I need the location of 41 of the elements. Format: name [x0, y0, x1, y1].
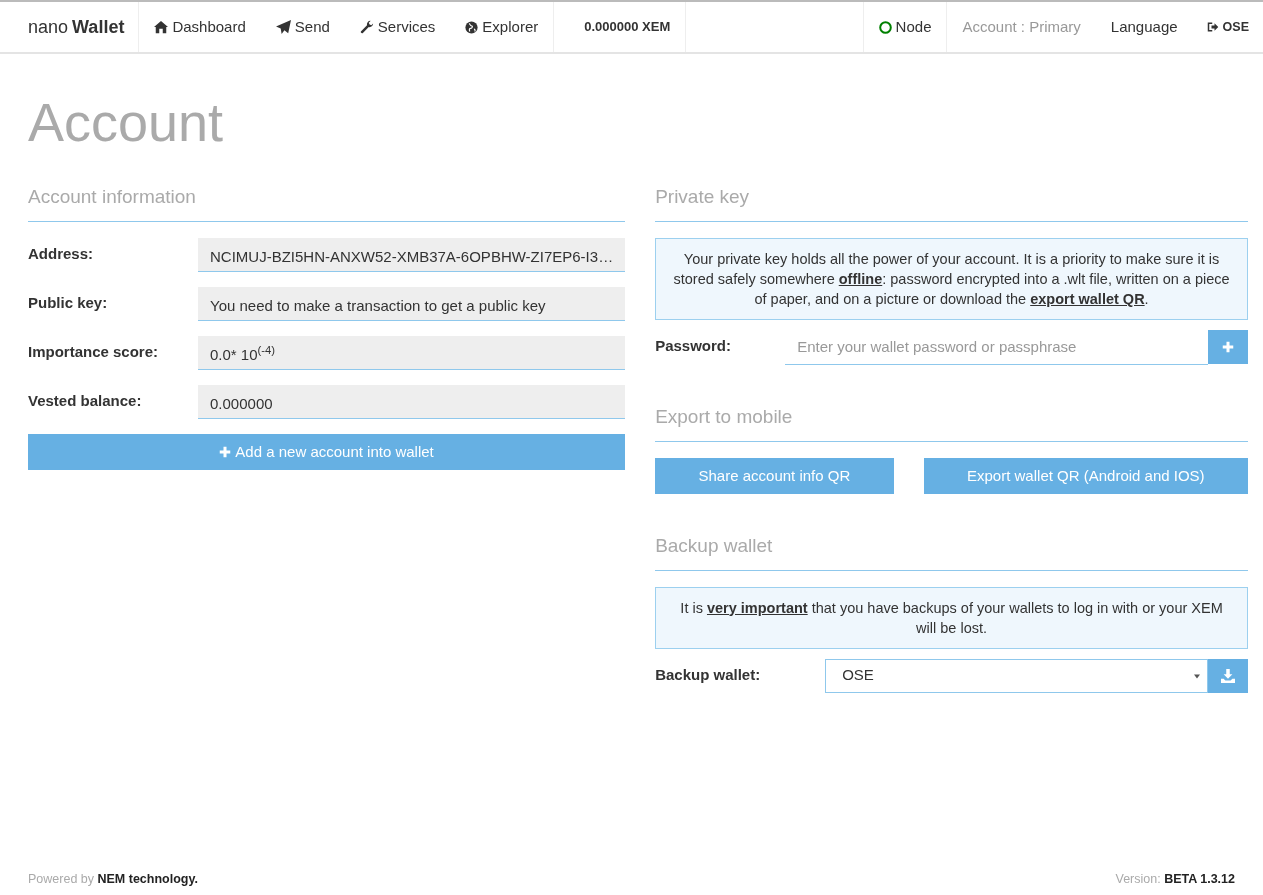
nav-link[interactable]: Send [260, 2, 345, 52]
paper-plane-icon [275, 19, 291, 35]
nav-link[interactable]: Explorer [450, 2, 554, 52]
add-password-button[interactable] [1208, 329, 1248, 364]
section-heading: Export to mobile [655, 403, 1248, 442]
readonly-field: You need to make a transaction to get a public key [198, 286, 626, 321]
inline-link[interactable]: very important [706, 599, 808, 616]
wrench-icon [359, 20, 374, 34]
inline-link[interactable]: export wallet QR [1030, 290, 1145, 307]
readonly-field: 0.0* 10$^{(-4)}$ [198, 335, 626, 370]
page-title: Account [28, 91, 225, 154]
version-text: Version: BETA 1.3.12 [1115, 871, 1235, 889]
field-label: Importance score: [28, 341, 160, 362]
nav-link[interactable]: Services [344, 2, 451, 52]
field-label: Public key: [28, 292, 109, 313]
field-label: Address: [28, 243, 95, 264]
field-label: Password: [655, 335, 732, 356]
section-heading: Backup wallet [655, 532, 1248, 571]
brand-logo[interactable]: nano Wallet [14, 2, 140, 52]
section-heading: Private key [655, 183, 1248, 222]
readonly-field: 0.000000 [198, 384, 626, 419]
home-icon [154, 20, 169, 34]
footer-text: Powered by NEM technology. [28, 871, 198, 889]
node-link[interactable]: Node [862, 2, 948, 52]
download-icon [1221, 668, 1235, 683]
balance-link[interactable]: 0.000000 XEM [553, 2, 687, 52]
private-key-notice: Your private key holds all the power of your account. It is a priority to make sure it is stored safely somewhere offline: password encrypted into a .wlt file, written on a piece of paper, and on a picture or download the export wallet QR. [655, 237, 1248, 320]
plus-icon [1222, 340, 1234, 353]
field-label: Vested balance: [28, 390, 143, 411]
field-label: Backup wallet: [655, 664, 762, 685]
download-button[interactable] [1208, 658, 1248, 693]
nav-link[interactable]: Dashboard [139, 2, 261, 52]
select-value: OSE [842, 665, 874, 686]
sign-out-icon [1206, 21, 1219, 33]
section-heading: Account information [28, 183, 626, 222]
backup-notice: It is very important that you have backups of your wallets to log in with or your XEM will be lost. [655, 586, 1248, 649]
language-link[interactable]: Language [1095, 2, 1193, 52]
wallet-select[interactable]: OSE [825, 658, 1208, 693]
plus-icon [219, 445, 232, 458]
readonly-field: NCIMUJ-BZI5HN-ANXW52-XMB37A-6OPBHW-ZI7EP6-I3… [198, 237, 626, 272]
logout-link[interactable]: OSE [1192, 2, 1249, 52]
